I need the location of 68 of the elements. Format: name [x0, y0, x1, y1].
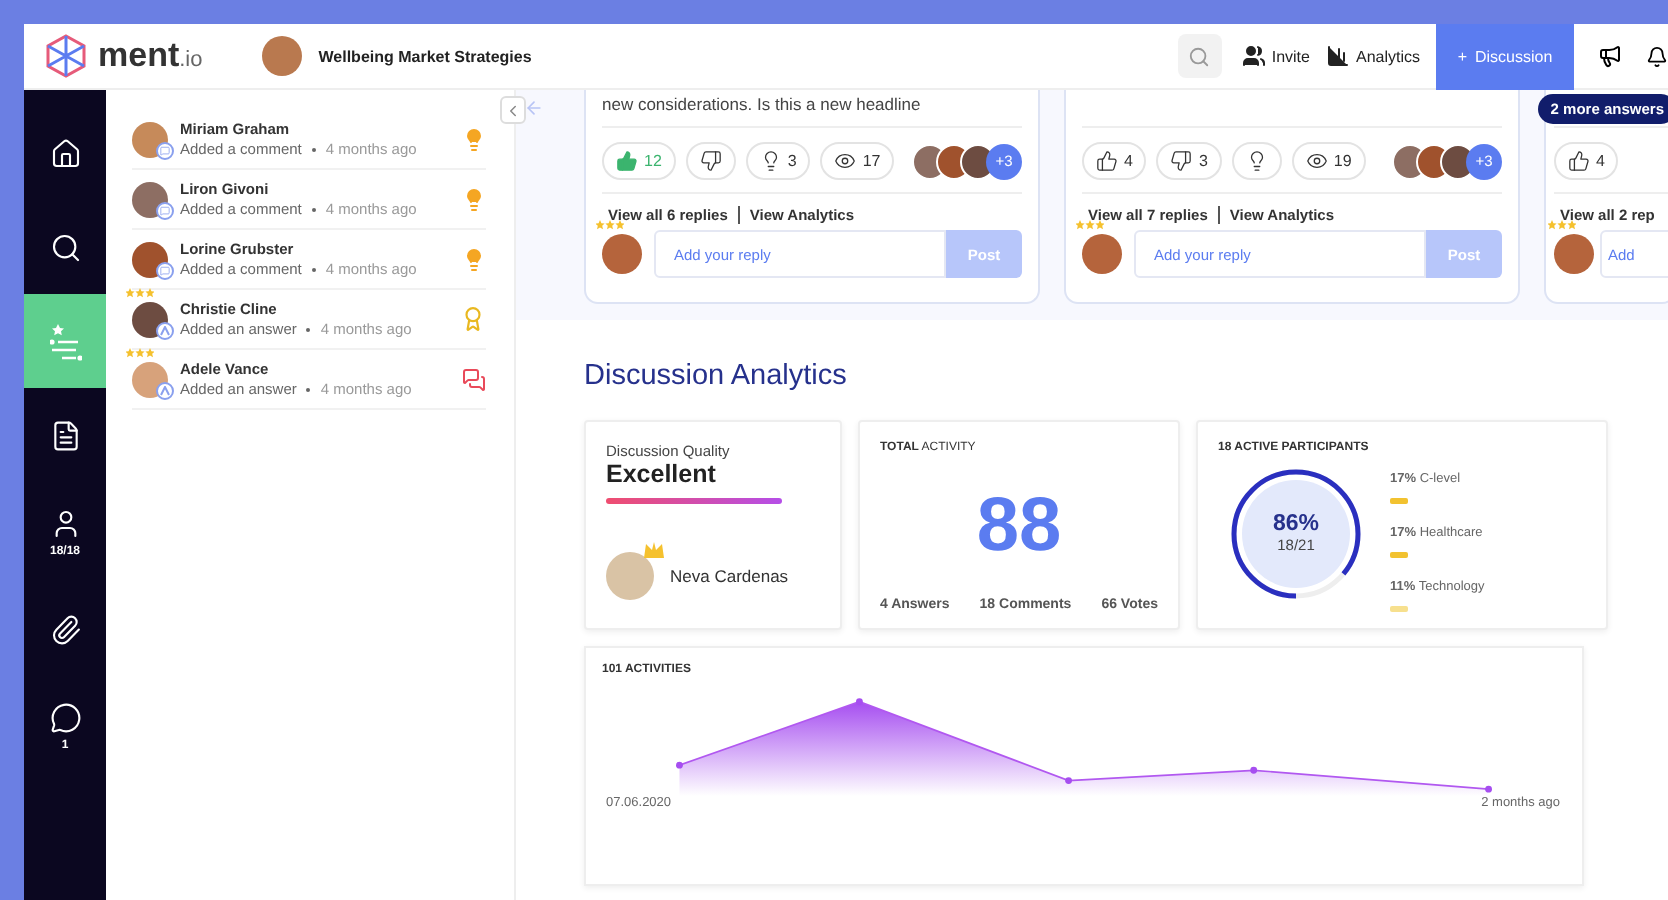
new-discussion-button[interactable]: + Discussion [1436, 23, 1574, 89]
lightbulb-icon [462, 247, 486, 271]
thumbs-up-icon [1568, 150, 1590, 172]
participation-percent: 86% [1272, 512, 1320, 536]
separator-dot [306, 387, 311, 391]
separator-dot [306, 327, 311, 331]
user-avatar [606, 552, 654, 600]
thumbs-up-icon [616, 150, 638, 172]
user-avatar [1554, 234, 1594, 274]
notifications-button[interactable] [1646, 45, 1668, 67]
stars-icon [1548, 220, 1576, 232]
eye-icon [834, 150, 857, 172]
post-text: new considerations. Is this a new headline [602, 92, 923, 118]
thumbs-up-icon [1096, 150, 1118, 172]
stars-icon [1076, 220, 1104, 232]
dislike-button[interactable] [685, 142, 736, 180]
thumbs-down-icon [699, 150, 722, 172]
user-avatar [132, 361, 168, 397]
separator-dot [311, 147, 316, 151]
quality-value: Excellent [606, 460, 718, 488]
idea-button[interactable]: 3 [745, 142, 811, 180]
workspace-title: Wellbeing Market Strategies [318, 47, 534, 65]
megaphone-button[interactable] [1598, 44, 1622, 68]
logo-icon [44, 34, 88, 78]
document-icon [49, 419, 81, 451]
separator-dot [311, 207, 316, 211]
views-button[interactable]: 17 [820, 142, 895, 180]
idea-button[interactable] [1231, 142, 1282, 180]
chevron-left-icon [504, 101, 522, 119]
lightbulb-icon [759, 150, 782, 172]
people-icon [1241, 44, 1266, 68]
user-avatar [132, 121, 168, 157]
medal-icon [460, 306, 486, 332]
search-icon [49, 231, 81, 263]
thumbs-down-icon [1170, 150, 1193, 172]
section-title: Discussion Analytics [584, 360, 849, 392]
bar-chart-icon [1325, 44, 1350, 68]
search-icon [1188, 45, 1211, 67]
like-button[interactable]: 4 [1554, 142, 1619, 180]
megaphone-icon [1598, 44, 1622, 68]
search-button[interactable] [1177, 34, 1222, 78]
ranked-list-icon [49, 321, 81, 361]
paperclip-icon [49, 613, 81, 645]
eye-icon [1305, 150, 1328, 172]
stars-icon [596, 220, 624, 232]
dislike-button[interactable]: 3 [1156, 142, 1222, 180]
user-avatar [602, 234, 642, 274]
user-avatar [132, 241, 168, 277]
chat-bubble-icon [49, 701, 81, 733]
views-button[interactable]: 19 [1291, 142, 1366, 180]
lightbulb-icon [1245, 150, 1268, 172]
user-avatar [132, 301, 168, 337]
analytics-button[interactable]: Analytics [1317, 44, 1428, 68]
user-avatar [1082, 234, 1122, 274]
lightbulb-icon [462, 187, 486, 211]
bell-icon [1646, 45, 1668, 67]
workspace-avatar [262, 36, 303, 76]
chat-bubbles-icon [462, 367, 486, 391]
activity-total: 88 [974, 481, 1064, 571]
user-avatar [132, 181, 168, 217]
like-button[interactable]: 4 [1082, 142, 1147, 180]
separator-dot [311, 267, 316, 271]
home-icon [49, 137, 81, 169]
logo-text: ment.io [98, 36, 203, 76]
lightbulb-icon [462, 127, 486, 151]
leader-name: Neva Cardenas [670, 566, 789, 586]
crown-icon [644, 542, 664, 558]
invite-button[interactable]: Invite [1233, 44, 1318, 68]
